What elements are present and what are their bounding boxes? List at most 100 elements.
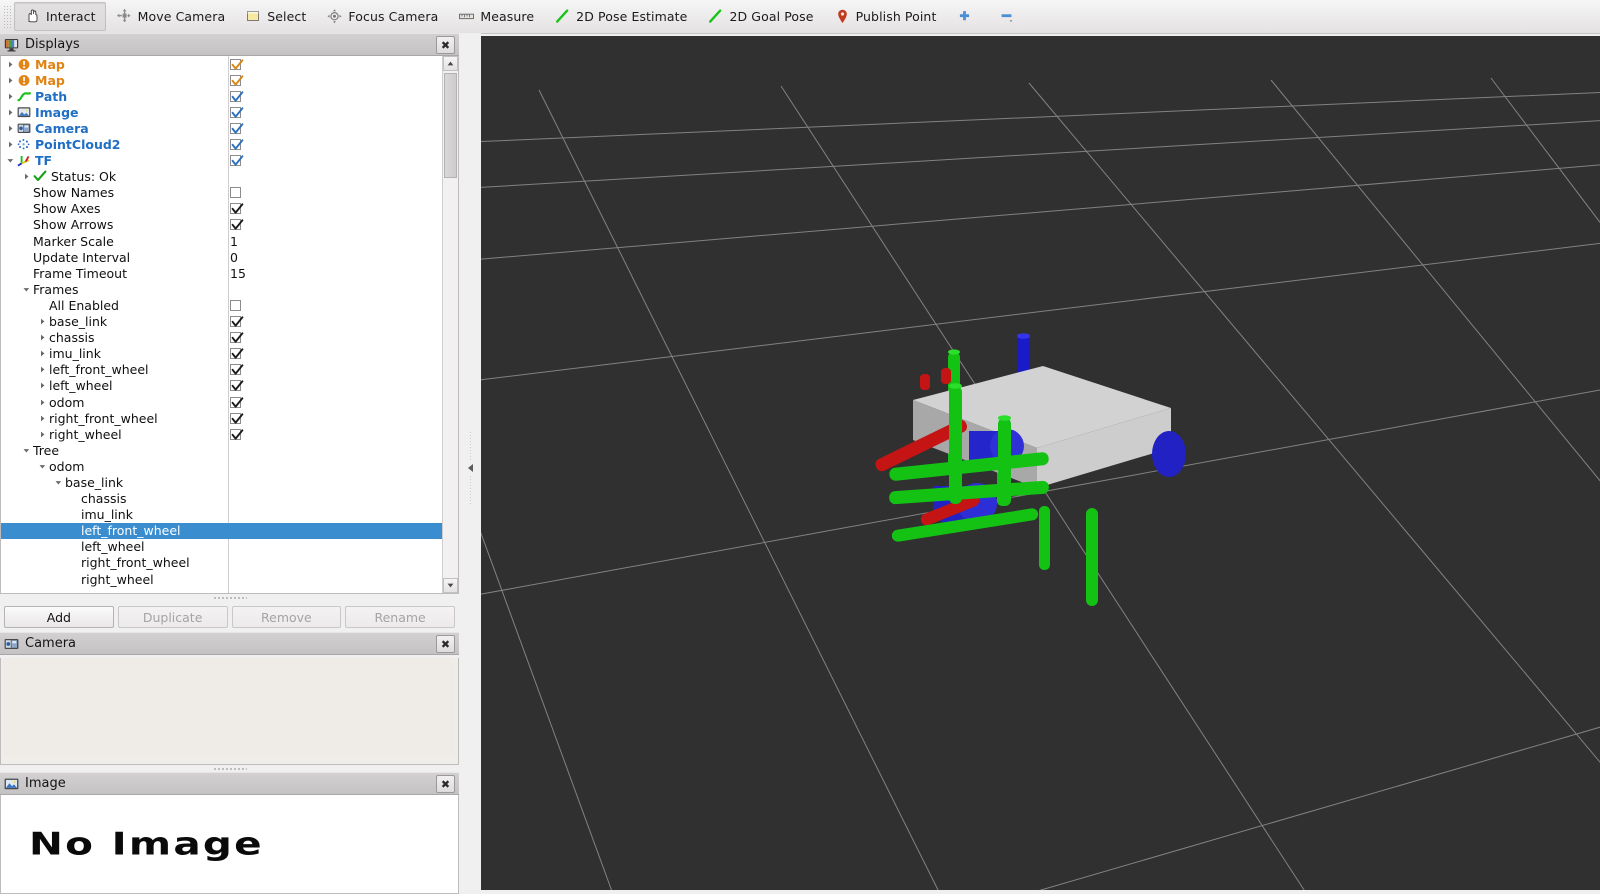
- chevron-right-icon[interactable]: [6, 92, 15, 101]
- image-panel-body[interactable]: No Image: [0, 795, 459, 894]
- chevron-down-icon[interactable]: [22, 446, 31, 455]
- chevron-down-icon[interactable]: [6, 156, 15, 165]
- display-row-imu-link[interactable]: imu_link: [1, 507, 443, 523]
- tool-2d-pose-estimate-button[interactable]: 2D Pose Estimate: [544, 2, 697, 31]
- tool-publish-point-button[interactable]: Publish Point: [824, 2, 947, 31]
- chevron-down-icon[interactable]: [22, 285, 31, 294]
- tool-interact-button[interactable]: Interact: [14, 2, 106, 31]
- row-checkbox[interactable]: [230, 396, 244, 408]
- row-checkbox[interactable]: [230, 122, 244, 134]
- chevron-right-icon[interactable]: [6, 60, 15, 69]
- display-row-tf[interactable]: TF: [1, 153, 443, 169]
- scrollbar-thumb[interactable]: [444, 73, 457, 178]
- chevron-right-icon[interactable]: [6, 140, 15, 149]
- chevron-right-icon[interactable]: [38, 430, 47, 439]
- displays-resize-grip[interactable]: [0, 594, 459, 601]
- display-row-status-ok[interactable]: Status: Ok: [1, 169, 443, 185]
- display-row-imu-link[interactable]: imu_link: [1, 346, 443, 362]
- display-row-right-wheel[interactable]: right_wheel: [1, 426, 443, 442]
- chevron-right-icon[interactable]: [38, 365, 47, 374]
- row-checkbox[interactable]: [230, 187, 241, 199]
- chevron-right-icon[interactable]: [38, 381, 47, 390]
- tool-focus-camera-button[interactable]: Focus Camera: [316, 2, 448, 31]
- row-value-text[interactable]: 1: [230, 233, 238, 249]
- row-checkbox[interactable]: [230, 219, 244, 231]
- display-row-frames[interactable]: Frames: [1, 281, 443, 297]
- display-row-marker-scale[interactable]: Marker Scale 1: [1, 233, 443, 249]
- display-row-frame-timeout[interactable]: Frame Timeout 15: [1, 265, 443, 281]
- display-row-path[interactable]: Path: [1, 88, 443, 104]
- display-row-right-wheel[interactable]: right_wheel: [1, 571, 443, 587]
- display-row-all-enabled[interactable]: All Enabled: [1, 297, 443, 313]
- tool-remove-dropdown-button[interactable]: [988, 2, 1030, 31]
- display-row-odom[interactable]: odom: [1, 394, 443, 410]
- tool-add-button[interactable]: [946, 2, 988, 31]
- display-row-base-link[interactable]: base_link: [1, 474, 443, 490]
- chevron-right-icon[interactable]: [6, 108, 15, 117]
- displays-scrollbar[interactable]: [442, 56, 458, 593]
- display-row-tree[interactable]: Tree: [1, 442, 443, 458]
- displays-tree[interactable]: Map Map Path Image Camera PointCloud2 TF Status…: [1, 56, 443, 593]
- camera-panel-close-button[interactable]: ✖: [436, 635, 455, 653]
- chevron-down-icon[interactable]: [54, 478, 63, 487]
- row-checkbox[interactable]: [230, 380, 244, 392]
- tool-select-button[interactable]: Select: [235, 2, 316, 31]
- chevron-right-icon[interactable]: [38, 398, 47, 407]
- row-checkbox[interactable]: [230, 348, 244, 360]
- row-checkbox[interactable]: [230, 58, 244, 70]
- displays-panel-close-button[interactable]: ✖: [436, 36, 455, 54]
- row-checkbox[interactable]: [230, 74, 244, 86]
- chevron-right-icon[interactable]: [6, 124, 15, 133]
- display-row-show-names[interactable]: Show Names: [1, 185, 443, 201]
- scroll-up-arrow-icon[interactable]: [443, 56, 458, 71]
- row-value-text[interactable]: 15: [230, 265, 246, 281]
- row-checkbox[interactable]: [230, 203, 244, 215]
- chevron-right-icon[interactable]: [22, 172, 31, 181]
- chevron-right-icon[interactable]: [38, 317, 47, 326]
- row-value-text[interactable]: 0: [230, 249, 238, 265]
- display-row-pointcloud2[interactable]: PointCloud2: [1, 136, 443, 152]
- row-checkbox[interactable]: [230, 106, 244, 118]
- dock-splitter[interactable]: [459, 33, 481, 890]
- display-row-map[interactable]: Map: [1, 72, 443, 88]
- chevron-down-icon[interactable]: [38, 462, 47, 471]
- image-panel-close-button[interactable]: ✖: [436, 775, 455, 793]
- scroll-down-arrow-icon[interactable]: [443, 578, 458, 593]
- chevron-right-icon[interactable]: [38, 333, 47, 342]
- display-row-map[interactable]: Map: [1, 56, 443, 72]
- display-row-show-arrows[interactable]: Show Arrows: [1, 217, 443, 233]
- chevron-right-icon[interactable]: [38, 349, 47, 358]
- chevron-right-icon[interactable]: [6, 76, 15, 85]
- display-row-chassis[interactable]: chassis: [1, 330, 443, 346]
- tool-2d-goal-pose-button[interactable]: 2D Goal Pose: [697, 2, 823, 31]
- render-view-3d[interactable]: [481, 36, 1600, 890]
- add-button[interactable]: Add: [4, 606, 114, 628]
- row-checkbox[interactable]: [230, 299, 241, 311]
- row-checkbox[interactable]: [230, 428, 244, 440]
- camera-resize-grip[interactable]: [0, 765, 459, 772]
- row-checkbox[interactable]: [230, 90, 244, 102]
- row-checkbox[interactable]: [230, 316, 244, 328]
- display-row-odom[interactable]: odom: [1, 458, 443, 474]
- display-row-image[interactable]: Image: [1, 104, 443, 120]
- display-row-right-front-wheel[interactable]: right_front_wheel: [1, 410, 443, 426]
- chevron-right-icon[interactable]: [38, 414, 47, 423]
- tool-move-camera-button[interactable]: Move Camera: [106, 2, 236, 31]
- chevron-left-icon[interactable]: [467, 464, 473, 472]
- row-checkbox[interactable]: [230, 332, 244, 344]
- display-row-right-front-wheel[interactable]: right_front_wheel: [1, 555, 443, 571]
- display-row-camera[interactable]: Camera: [1, 120, 443, 136]
- display-row-base-link[interactable]: base_link: [1, 314, 443, 330]
- dock-collapse-handle[interactable]: [465, 423, 475, 513]
- display-row-left-front-wheel[interactable]: left_front_wheel: [1, 362, 443, 378]
- row-checkbox[interactable]: [230, 412, 244, 424]
- row-checkbox[interactable]: [230, 139, 244, 151]
- display-row-left-wheel[interactable]: left_wheel: [1, 539, 443, 555]
- display-row-update-interval[interactable]: Update Interval 0: [1, 249, 443, 265]
- toolbar-drag-handle[interactable]: [3, 5, 12, 28]
- display-row-chassis[interactable]: chassis: [1, 491, 443, 507]
- tool-measure-button[interactable]: Measure: [448, 2, 544, 31]
- display-row-show-axes[interactable]: Show Axes: [1, 201, 443, 217]
- camera-panel-body[interactable]: [0, 658, 459, 765]
- row-checkbox[interactable]: [230, 155, 244, 167]
